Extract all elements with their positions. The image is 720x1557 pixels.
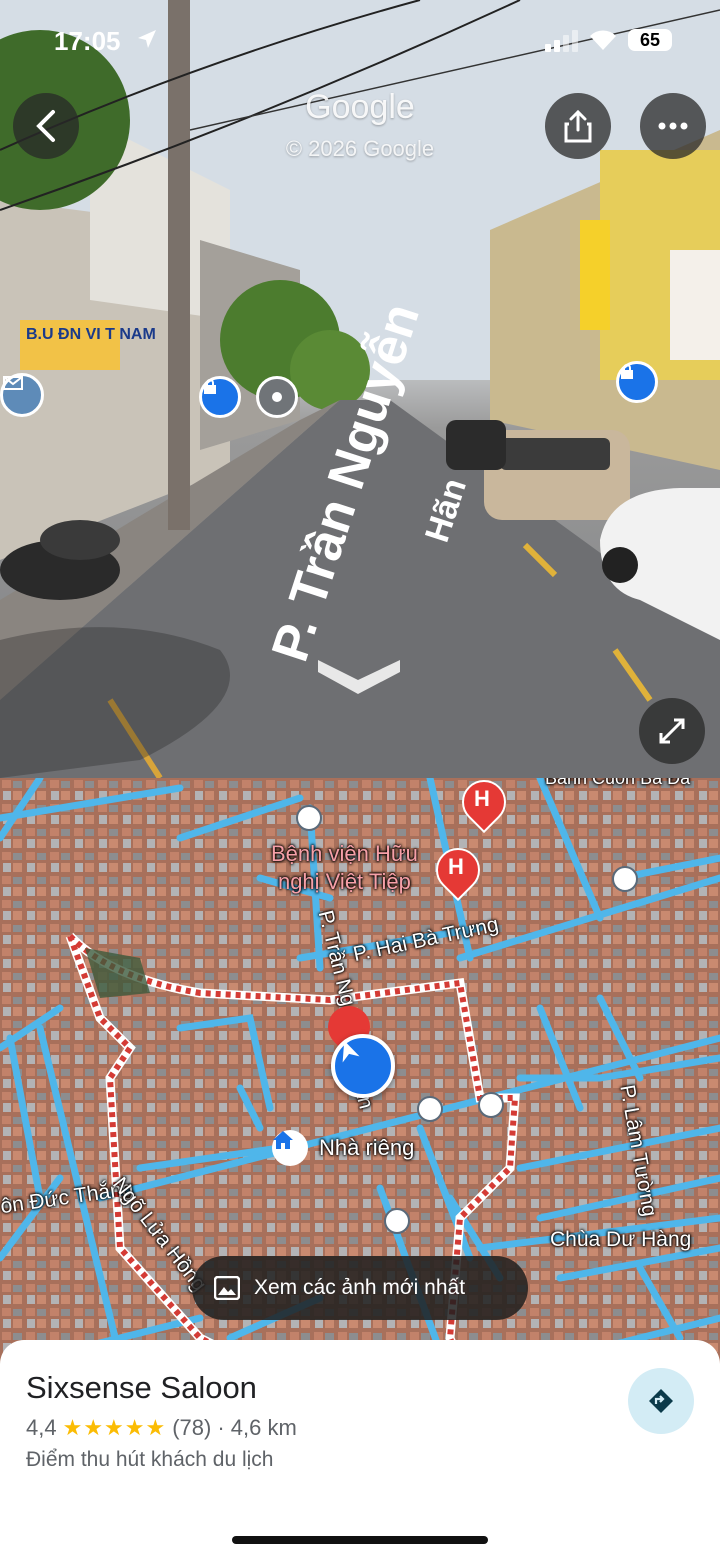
hospital-icon: H: [474, 786, 490, 811]
navigation-arrow-icon: [342, 1040, 360, 1063]
bus-stop-icon[interactable]: [296, 805, 322, 831]
bus-stop-icon[interactable]: [478, 1092, 504, 1118]
directions-icon: [649, 1389, 673, 1413]
rating-value: 4,4: [26, 1415, 57, 1440]
poi-label-top-edge[interactable]: Bánh Cuốn Bà Đa: [545, 778, 690, 789]
google-logo: Google: [305, 88, 415, 126]
poi-label-chua-du-hang[interactable]: Chùa Dư Hàng: [550, 1228, 691, 1252]
bus-stop-icon[interactable]: [417, 1096, 443, 1122]
bus-stop-icon[interactable]: [612, 866, 638, 892]
share-button[interactable]: [545, 93, 611, 159]
review-count: (78): [172, 1415, 212, 1440]
cellular-signal-icon: [545, 30, 578, 52]
distance: · 4,6 km: [217, 1415, 297, 1440]
copyright-text: © 2026 Google: [285, 136, 435, 161]
more-options-button[interactable]: [640, 93, 706, 159]
expand-button[interactable]: [639, 698, 705, 764]
clock: 17:05: [54, 26, 121, 56]
shopping-pin-left[interactable]: [199, 376, 241, 418]
latest-photos-label: Xem các ảnh mới nhất: [254, 1276, 466, 1299]
current-location-marker[interactable]: [331, 1034, 395, 1098]
shopping-pin-right[interactable]: [616, 361, 658, 403]
hospital-label[interactable]: Bệnh viện Hữu nghị Việt Tiệp: [271, 840, 418, 896]
wifi-icon: [590, 30, 616, 50]
more-dots-icon: [658, 122, 688, 130]
bus-stop-icon[interactable]: [384, 1208, 410, 1234]
shopping-bag-icon: [621, 364, 633, 379]
battery-indicator: 65: [628, 29, 672, 51]
home-icon: [273, 1131, 293, 1149]
dot-icon: [272, 392, 282, 402]
photo-icon: [214, 1276, 240, 1300]
share-icon: [564, 109, 592, 143]
shop-sign: B.U ĐN VI T NAM: [26, 326, 156, 343]
place-category: Điểm thu hút khách du lịch: [26, 1448, 274, 1471]
home-indicator: [232, 1536, 488, 1544]
envelope-icon: [3, 376, 23, 390]
location-arrow-icon: [138, 30, 156, 48]
latest-photos-button[interactable]: Xem các ảnh mới nhất: [192, 1256, 528, 1320]
expand-icon: [659, 718, 685, 744]
place-details-sheet[interactable]: Sixsense Saloon 4,4 ★★★★★ (78) · 4,6 km …: [0, 1340, 720, 1557]
rating-stars: ★★★★★: [62, 1415, 167, 1440]
shopping-bag-icon: [204, 379, 216, 394]
status-bar: 17:05 65: [0, 22, 720, 62]
directions-button[interactable]: [628, 1368, 694, 1434]
place-name[interactable]: Sixsense Saloon: [26, 1370, 257, 1406]
home-label[interactable]: Nhà riêng: [319, 1135, 414, 1161]
hospital-icon: H: [448, 854, 464, 879]
home-marker[interactable]: [272, 1130, 308, 1166]
mail-pin[interactable]: [0, 373, 44, 417]
rating-row[interactable]: 4,4 ★★★★★ (78) · 4,6 km: [26, 1415, 297, 1441]
generic-pin[interactable]: [256, 376, 298, 418]
